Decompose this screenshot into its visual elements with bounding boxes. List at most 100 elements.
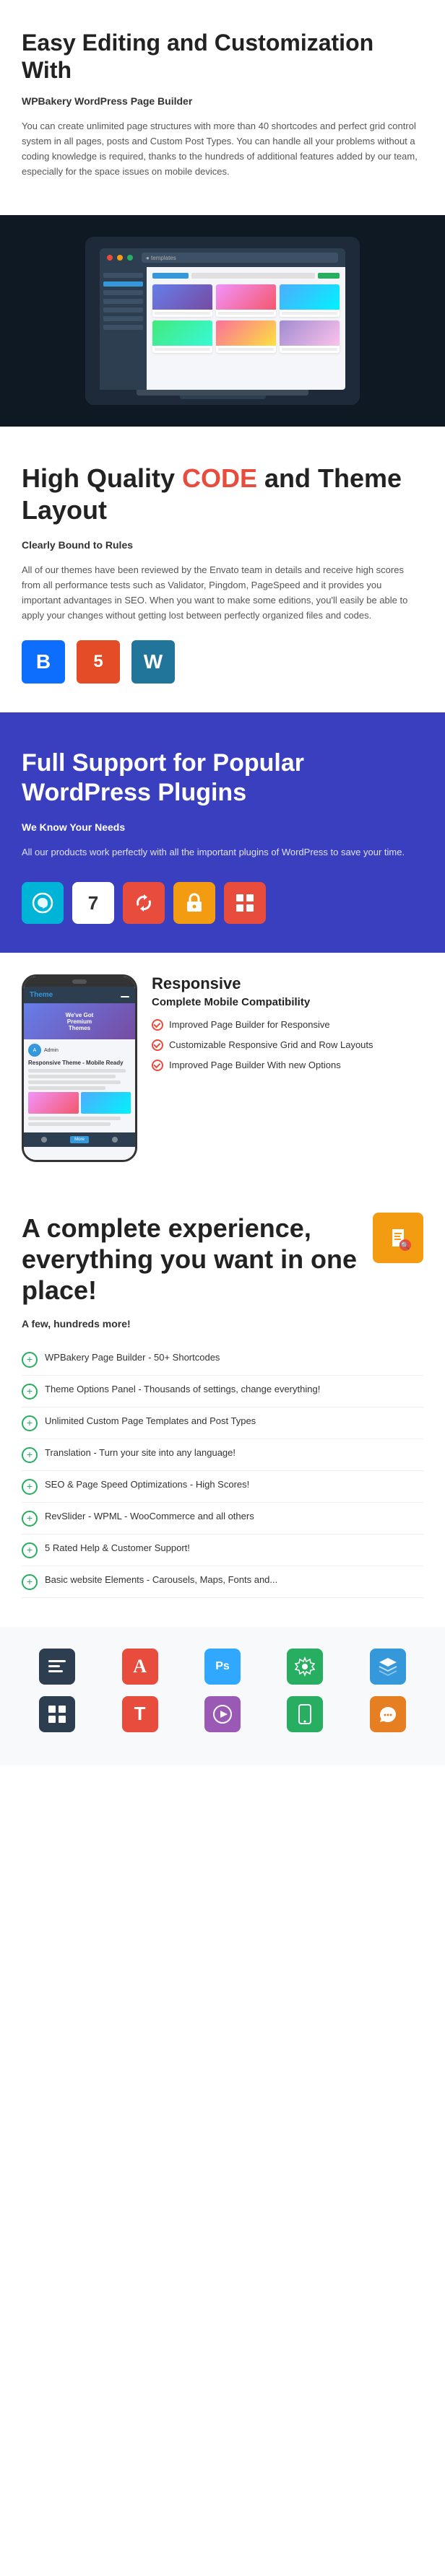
bottom-icon-layers — [370, 1649, 406, 1685]
feature-item-4: Translation - Turn your site into any la… — [22, 1439, 423, 1471]
phone-nav-dot-2 — [112, 1137, 118, 1143]
feature-list: WPBakery Page Builder - 50+ Shortcodes T… — [22, 1344, 423, 1598]
phone-notch — [24, 977, 135, 987]
bottom-icon-wpbakery — [39, 1649, 75, 1685]
html5-icon: 5 — [77, 640, 120, 684]
bottom-icon-media — [204, 1696, 241, 1732]
code-subtitle: Clearly Bound to Rules — [22, 537, 423, 553]
bottom-icons-grid: A Ps — [22, 1649, 423, 1685]
phone-img-2 — [81, 1092, 131, 1114]
bottom-icon-text-editor: T — [122, 1696, 158, 1732]
bottom-icon-item-mobile — [269, 1696, 340, 1732]
responsive-subtitle: Complete Mobile Compatibility — [152, 996, 423, 1008]
feature-icon-5 — [22, 1479, 38, 1495]
feature-icon-1 — [22, 1352, 38, 1368]
bottom-icons-grid-2: T — [22, 1696, 423, 1732]
few-more-label: A few, hundreds more! — [22, 1318, 423, 1330]
feature-icon-3 — [22, 1415, 38, 1431]
section-editing: Easy Editing and Customization With WPBa… — [0, 0, 445, 215]
feature-item-6: RevSlider - WPML - WooCommerce and all o… — [22, 1503, 423, 1534]
phone-text-line-3 — [28, 1080, 121, 1084]
phone-img-row — [28, 1092, 131, 1114]
phone-notch-dot — [72, 979, 87, 984]
phone-logo: Theme — [30, 991, 53, 999]
bootstrap-icon: B — [22, 640, 65, 684]
phone-user-row: A Admin — [28, 1044, 131, 1057]
phone-text-line-6 — [28, 1122, 111, 1126]
support-subtitle: We Know Your Needs — [22, 819, 423, 835]
phone-user-info: Admin — [44, 1048, 59, 1053]
phone-nav-btn: More — [70, 1136, 89, 1143]
phone-theme-label: Responsive Theme - Mobile Ready — [28, 1060, 131, 1066]
bottom-icon-photoshop: Ps — [204, 1649, 241, 1685]
phone-text-line-4 — [28, 1086, 105, 1090]
phone-hero-area: We've GotPremiumThemes — [24, 1003, 135, 1039]
phone-text-line-5 — [28, 1117, 121, 1120]
plugin-icons-container: 7 — [22, 882, 423, 924]
responsive-info: Responsive Complete Mobile Compatibility… — [152, 974, 423, 1080]
bottom-icon-grid2 — [39, 1696, 75, 1732]
phone-frame: Theme We've GotPremiumThemes A Admin — [22, 974, 137, 1162]
phone-text-line-2 — [28, 1075, 116, 1078]
editing-subtitle: WPBakery WordPress Page Builder — [22, 93, 423, 109]
code-description: All of our themes have been reviewed by … — [22, 563, 423, 623]
section-responsive: Theme We've GotPremiumThemes A Admin — [0, 953, 445, 1184]
phone-bottom-bar: More — [24, 1132, 135, 1147]
feature-item-5: SEO & Page Speed Optimizations - High Sc… — [22, 1471, 423, 1503]
bottom-icon-support2 — [370, 1696, 406, 1732]
code-title: High Quality CODE and Theme Layout — [22, 463, 423, 525]
lock-icon — [173, 882, 215, 924]
section-support: Full Support for Popular WordPress Plugi… — [0, 712, 445, 953]
phone-screen: Theme We've GotPremiumThemes A Admin — [24, 987, 135, 1160]
bottom-icon-settings — [287, 1649, 323, 1685]
feature-icon-7 — [22, 1542, 38, 1558]
bottom-icon-item-text-editor: T — [104, 1696, 175, 1732]
check-icon-2 — [152, 1039, 163, 1051]
phone-screen-header: Theme — [24, 987, 135, 1003]
bottom-icon-item-layers — [353, 1649, 423, 1685]
feature-item-7: 5 Rated Help & Customer Support! — [22, 1534, 423, 1566]
wordpress-icon: W — [131, 640, 175, 684]
phone-img-1 — [28, 1092, 79, 1114]
support-description: All our products work perfectly with all… — [22, 845, 423, 860]
phone-main-content: A Admin Responsive Theme - Mobile Ready — [24, 1039, 135, 1132]
editing-description: You can create unlimited page structures… — [22, 119, 423, 179]
tech-icons-container: B 5 W — [22, 640, 423, 684]
editing-title: Easy Editing and Customization With — [22, 29, 423, 84]
laptop-section: ● templates — [0, 215, 445, 427]
bottom-icon-item-photoshop: Ps — [187, 1649, 258, 1685]
phone-hero-text: We've GotPremiumThemes — [63, 1009, 97, 1034]
feature-item-1: WPBakery Page Builder - 50+ Shortcodes — [22, 1344, 423, 1376]
complete-title: A complete experience, everything you wa… — [22, 1213, 423, 1306]
section-bottom-icons: A Ps — [0, 1627, 445, 1765]
corner-icon-container: 🔍 — [373, 1213, 423, 1263]
feature-icon-8 — [22, 1574, 38, 1590]
grid-icon — [224, 882, 266, 924]
support-title: Full Support for Popular WordPress Plugi… — [22, 748, 423, 808]
feature-item-2: Theme Options Panel - Thousands of setti… — [22, 1376, 423, 1407]
slider7-icon: 7 — [72, 882, 114, 924]
section-complete: 🔍 A complete experience, everything you … — [0, 1184, 445, 1627]
feature-item-8: Basic website Elements - Carousels, Maps… — [22, 1566, 423, 1598]
responsive-title: Responsive — [152, 974, 423, 993]
quform-icon — [22, 882, 64, 924]
responsive-check-item-1: Improved Page Builder for Responsive — [152, 1018, 423, 1031]
check-icon-3 — [152, 1060, 163, 1071]
responsive-check-item-3: Improved Page Builder With new Options — [152, 1059, 423, 1072]
phone-avatar: A — [28, 1044, 41, 1057]
bottom-icon-item-media — [187, 1696, 258, 1732]
bottom-icon-item-typography: A — [104, 1649, 175, 1685]
feature-icon-2 — [22, 1384, 38, 1400]
bottom-icon-item-settings — [269, 1649, 340, 1685]
section-code: High Quality CODE and Theme Layout Clear… — [0, 427, 445, 712]
svg-text:🔍: 🔍 — [401, 1241, 410, 1250]
feature-item-3: Unlimited Custom Page Templates and Post… — [22, 1407, 423, 1439]
check-icon-1 — [152, 1019, 163, 1031]
phone-text-line-1 — [28, 1069, 126, 1073]
corner-icon-box: 🔍 — [373, 1213, 423, 1263]
bottom-icon-item-wpbakery — [22, 1649, 92, 1685]
feature-icon-6 — [22, 1511, 38, 1527]
bottom-icon-item-grid2 — [22, 1696, 92, 1732]
phone-mockup: Theme We've GotPremiumThemes A Admin — [22, 974, 137, 1162]
feature-icon-4 — [22, 1447, 38, 1463]
